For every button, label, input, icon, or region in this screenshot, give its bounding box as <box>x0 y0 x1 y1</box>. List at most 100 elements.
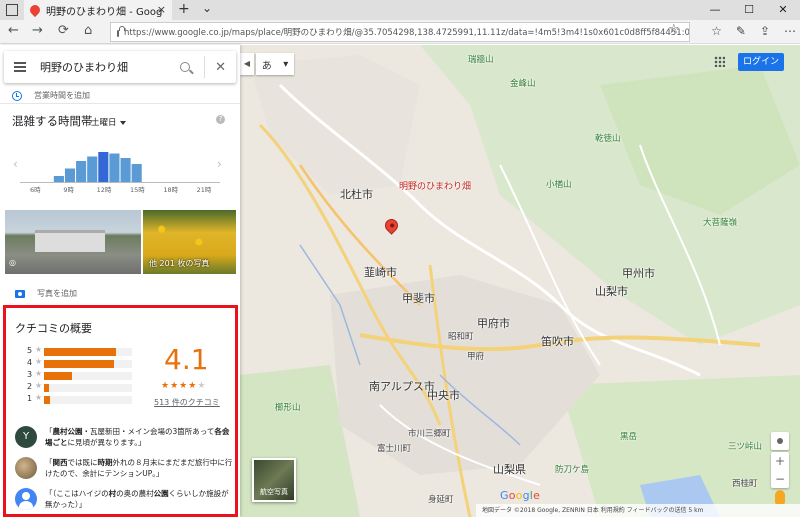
add-hours-link[interactable]: 営業時間を追加 <box>12 90 90 101</box>
zoom-in-button[interactable]: + <box>771 452 789 470</box>
popular-times-bar[interactable] <box>120 158 131 182</box>
street-view-photo[interactable] <box>5 210 141 274</box>
star-icon: ★ <box>170 381 180 391</box>
close-window-button[interactable]: ✕ <box>766 0 800 20</box>
window-controls: — ☐ ✕ <box>698 0 800 20</box>
map-label: 市川三郷町 <box>408 429 451 439</box>
map-label: 櫛形山 <box>275 403 301 413</box>
histogram-row: 5 ★ <box>27 345 132 357</box>
satellite-label: 航空写真 <box>260 488 288 496</box>
popular-times-bar[interactable] <box>64 168 76 183</box>
my-location-icon[interactable] <box>771 432 789 450</box>
popular-day-selector[interactable]: 土曜日 <box>91 116 126 128</box>
chart-tick-label: 12時 <box>97 186 112 194</box>
review-count-link[interactable]: 513 件のクチコミ <box>154 397 220 408</box>
refresh-button[interactable]: ⟳ <box>58 23 69 38</box>
map-label: 身延町 <box>428 495 454 505</box>
map-label: 乾徳山 <box>595 134 621 144</box>
maximize-button[interactable]: ☐ <box>732 0 766 20</box>
map-attribution[interactable]: 地図データ ©2018 Google, ZENRIN 日本 利用規約 フィードバ… <box>476 504 800 517</box>
back-button[interactable]: ← <box>8 23 19 38</box>
histogram-bar <box>44 360 115 368</box>
minimize-button[interactable]: — <box>698 0 732 20</box>
tab-menu-icon[interactable]: ⌄ <box>202 1 212 15</box>
browser-toolbar: ☆ ✎ ⇪ ⋯ <box>711 24 796 38</box>
histogram-track <box>44 384 132 392</box>
map-label: 富士川町 <box>377 444 412 454</box>
favorites-icon[interactable]: ☆ <box>711 24 722 38</box>
url-text: https://www.google.co.jp/maps/place/明野のひ… <box>124 28 690 38</box>
new-tab-button[interactable]: + <box>178 1 190 17</box>
histogram-star-label: 2 <box>27 382 33 391</box>
tab-title: 明野のひまわり畑 - Goog <box>46 6 163 18</box>
star-icon: ★ <box>179 381 189 391</box>
menu-icon[interactable] <box>14 62 26 72</box>
popular-times-bar[interactable] <box>87 156 98 183</box>
map-label: 黒岳 <box>620 432 638 442</box>
popular-times-bar[interactable] <box>53 176 64 182</box>
map-label: 中央市 <box>427 389 460 402</box>
histogram-bar <box>44 384 50 392</box>
map-label: 山梨県 <box>493 463 526 476</box>
star-icon: ★ <box>35 393 43 402</box>
map-label: 南アルプス市 <box>369 380 435 393</box>
popular-times-bar[interactable] <box>98 152 109 182</box>
browser-tab[interactable]: 明野のひまわり畑 - Goog × <box>24 0 172 20</box>
divider <box>0 103 240 104</box>
help-icon[interactable]: ? <box>216 115 225 124</box>
more-icon[interactable]: ⋯ <box>784 24 796 38</box>
close-icon[interactable]: ✕ <box>215 60 226 75</box>
apps-grid-icon[interactable] <box>714 56 725 67</box>
user-avatar-icon <box>15 488 37 510</box>
histogram-star-label: 5 <box>27 346 33 355</box>
chart-tick-label: 18時 <box>163 186 178 194</box>
url-field[interactable]: https://www.google.co.jp/maps/place/明野のひ… <box>110 22 690 42</box>
histogram-row: 1 ★ <box>27 393 132 405</box>
map-label: 防刀ケ島 <box>555 465 590 475</box>
add-photo-link[interactable]: 写真を追加 <box>15 288 77 299</box>
chart-tick-label: 15時 <box>130 186 145 194</box>
input-method-selector[interactable]: あ ▾ <box>256 53 294 75</box>
map-label: 西桂町 <box>732 479 758 489</box>
popular-times-bar[interactable] <box>109 153 120 183</box>
favorite-star-icon[interactable]: ☆ <box>668 22 680 37</box>
map-label: 瑞牆山 <box>468 55 494 65</box>
popular-times-bar[interactable] <box>76 161 87 182</box>
histogram-bar <box>44 396 51 404</box>
search-box[interactable]: 明野のひまわり畑 ✕ <box>4 51 236 83</box>
window-icon <box>6 4 18 16</box>
search-input[interactable]: 明野のひまわり畑 <box>40 59 180 75</box>
place-marker-label[interactable]: 明野のひまわり畑 <box>399 179 471 192</box>
chart-tick-label: 6時 <box>30 186 41 194</box>
zoom-out-button[interactable]: − <box>771 470 789 488</box>
average-rating: 4.1 <box>164 343 209 376</box>
add-photo-label: 写真を追加 <box>37 289 77 298</box>
map-label: 大菩薩嶺 <box>703 218 738 228</box>
google-logo: Google <box>500 489 540 502</box>
place-panel: 明野のひまわり畑 ✕ 営業時間を追加 混雑する時間帯 土曜日 ? ‹ › 6時 9… <box>0 45 240 517</box>
popular-times-chart: 6時9時12時15時18時21時0時 <box>20 152 220 194</box>
map-label: 昭和町 <box>448 332 474 342</box>
satellite-toggle[interactable]: 航空写真 <box>252 458 296 502</box>
notes-icon[interactable]: ✎ <box>736 24 746 38</box>
chart-tick-label: 21時 <box>197 186 212 194</box>
avatar: Y <box>15 426 37 448</box>
login-button[interactable]: ログイン <box>738 53 784 71</box>
maps-favicon-icon <box>27 2 43 18</box>
chart-tick-label: 9時 <box>63 186 74 194</box>
pegman-icon[interactable] <box>775 490 785 504</box>
search-icon[interactable] <box>180 62 191 72</box>
map-label: 小楢山 <box>546 180 572 190</box>
star-icon: ★ <box>197 381 207 391</box>
map-label: 三ツ峠山 <box>728 442 763 452</box>
popular-times-bar[interactable] <box>131 164 142 182</box>
share-icon[interactable]: ⇪ <box>760 24 770 38</box>
histogram-track <box>44 396 132 404</box>
home-button[interactable]: ⌂ <box>84 23 92 38</box>
collapse-panel-button[interactable]: ◀ <box>240 53 254 75</box>
star-icon: ★ <box>161 381 171 391</box>
tab-close-icon[interactable]: × <box>157 3 166 16</box>
star-icon: ★ <box>188 381 198 391</box>
google-logo-letter: o <box>515 489 523 502</box>
forward-button[interactable]: → <box>32 23 43 38</box>
